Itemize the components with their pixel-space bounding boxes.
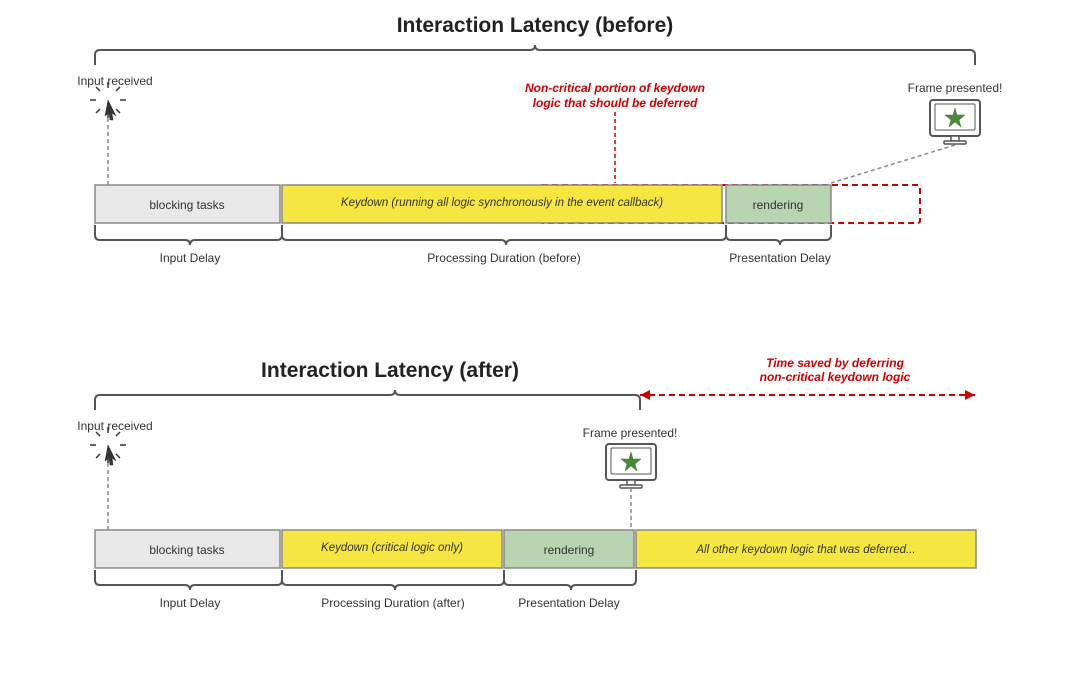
top-input-received-label: Input received — [77, 74, 152, 88]
bottom-title: Interaction Latency (after) — [261, 359, 519, 382]
top-diagram-svg: Interaction Latency (before) Input recei… — [0, 0, 1071, 345]
top-keydown-label: Keydown (running all logic synchronously… — [341, 197, 663, 209]
top-red-annotation: Non-critical portion of keydown — [525, 81, 705, 95]
bottom-presentation-label: Presentation Delay — [518, 596, 619, 610]
diagram-container: Interaction Latency (before) Input recei… — [0, 0, 1071, 690]
bottom-processing-label: Processing Duration (after) — [321, 596, 464, 610]
bottom-input-received-label: Input received — [77, 419, 152, 433]
top-blocking-label: blocking tasks — [149, 198, 224, 212]
bottom-rendering-label: rendering — [544, 543, 595, 557]
bottom-keydown-label: Keydown (critical logic only) — [321, 542, 463, 554]
top-rendering-label: rendering — [753, 198, 804, 212]
top-title: Interaction Latency (before) — [397, 14, 674, 37]
top-red-annotation-2: logic that should be deferred — [533, 96, 698, 110]
top-presentation-label: Presentation Delay — [729, 251, 830, 265]
bottom-diagram-svg: Interaction Latency (after) Time saved b… — [0, 345, 1071, 690]
top-input-delay-label: Input Delay — [160, 251, 221, 265]
time-saved-label-2: non-critical keydown logic — [760, 370, 911, 384]
top-processing-label: Processing Duration (before) — [427, 251, 580, 265]
bottom-deferred-label: All other keydown logic that was deferre… — [695, 544, 915, 556]
top-frame-label: Frame presented! — [908, 81, 1003, 95]
bottom-frame-label: Frame presented! — [583, 426, 678, 440]
bottom-input-delay-label: Input Delay — [160, 596, 221, 610]
time-saved-label: Time saved by deferring — [766, 356, 905, 370]
bottom-blocking-label: blocking tasks — [149, 543, 224, 557]
